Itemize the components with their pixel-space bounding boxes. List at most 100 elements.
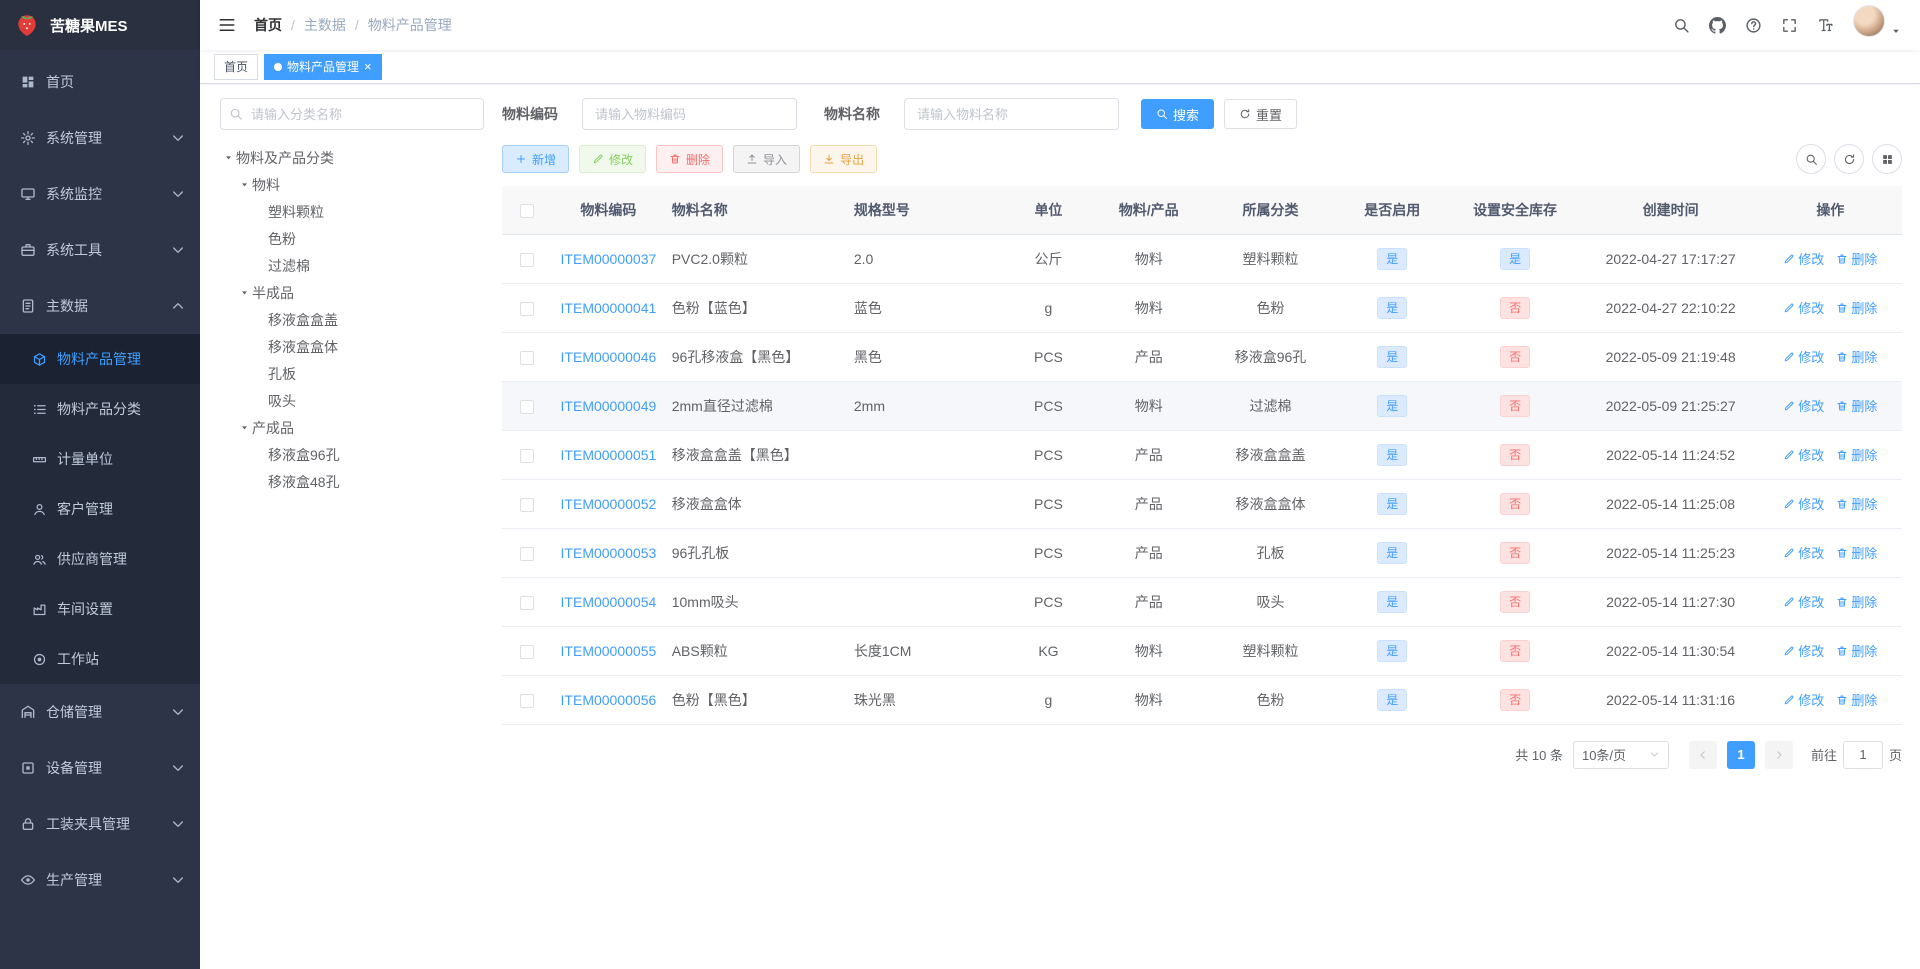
- sidebar-item-system-monitor[interactable]: 系统监控: [0, 166, 200, 222]
- tree-node[interactable]: 塑料颗粒: [220, 198, 484, 225]
- row-edit-link[interactable]: 修改: [1783, 543, 1824, 562]
- sidebar-item-label: 工作站: [57, 651, 99, 667]
- row-delete-link[interactable]: 删除: [1836, 249, 1877, 268]
- breadcrumb-item[interactable]: 首页: [254, 15, 282, 35]
- sidebar-item-supplier-mgmt[interactable]: 供应商管理: [0, 534, 200, 584]
- user-menu[interactable]: [1843, 5, 1908, 45]
- sidebar-item-material-product-category[interactable]: 物料产品分类: [0, 384, 200, 434]
- edit-button[interactable]: 修改: [579, 145, 647, 173]
- tree-node[interactable]: 过滤棉: [220, 252, 484, 279]
- tab-material-product-mgmt[interactable]: 物料产品管理 ×: [264, 53, 382, 80]
- refresh-table-button[interactable]: [1834, 144, 1864, 174]
- row-checkbox[interactable]: [519, 301, 534, 316]
- tree-node[interactable]: 吸头: [220, 387, 484, 414]
- sidebar-item-master-data[interactable]: 主数据: [0, 278, 200, 334]
- close-icon[interactable]: ×: [364, 60, 372, 73]
- tree-node[interactable]: 移液盒96孔: [220, 441, 484, 468]
- row-edit-link[interactable]: 修改: [1783, 396, 1824, 415]
- search-button[interactable]: [1663, 0, 1699, 50]
- table-row: ITEM00000037 PVC2.0颗粒 2.0 公斤 物料 塑料颗粒 是 是 2022-04…: [502, 234, 1902, 284]
- goto-page-input[interactable]: [1842, 740, 1883, 769]
- select-all-checkbox[interactable]: [519, 203, 534, 218]
- table-row: ITEM00000052 移液盒盒体 PCS 产品 移液盒盒体是否 2022-05-14 …: [502, 479, 1902, 529]
- sidebar-item-workshop-settings[interactable]: 车间设置: [0, 584, 200, 634]
- pencil-icon: [1783, 547, 1795, 559]
- row-delete-link[interactable]: 删除: [1836, 494, 1877, 513]
- row-edit-link[interactable]: 修改: [1783, 347, 1824, 366]
- row-delete-link[interactable]: 删除: [1836, 543, 1877, 562]
- app-logo[interactable]: 苦糖果MES: [0, 0, 200, 50]
- row-checkbox[interactable]: [519, 350, 534, 365]
- tree-node[interactable]: 移液盒48孔: [220, 468, 484, 495]
- import-button[interactable]: 导入: [733, 145, 801, 173]
- row-checkbox[interactable]: [519, 497, 534, 512]
- sidebar-item-tooling-fixture-mgmt[interactable]: 工装夹具管理: [0, 796, 200, 852]
- row-checkbox[interactable]: [519, 644, 534, 659]
- row-edit-link[interactable]: 修改: [1783, 641, 1824, 660]
- add-button[interactable]: 新增: [502, 145, 570, 173]
- column-header: 物料编码: [551, 186, 666, 235]
- sidebar-item-system-admin[interactable]: 系统管理: [0, 110, 200, 166]
- sidebar-item-production-mgmt[interactable]: 生产管理: [0, 852, 200, 908]
- row-edit-link[interactable]: 修改: [1783, 494, 1824, 513]
- question-button[interactable]: [1735, 0, 1771, 50]
- sidebar-item-system-tools[interactable]: 系统工具: [0, 222, 200, 278]
- sidebar-item-warehouse-mgmt[interactable]: 仓储管理: [0, 684, 200, 740]
- material-code-input[interactable]: [582, 98, 797, 130]
- tree-node[interactable]: 物料及产品分类: [220, 144, 484, 171]
- gear-icon: [20, 130, 36, 146]
- row-checkbox[interactable]: [519, 252, 534, 267]
- row-delete-link[interactable]: 删除: [1836, 298, 1877, 317]
- row-checkbox[interactable]: [519, 546, 534, 561]
- row-delete-link[interactable]: 删除: [1836, 690, 1877, 709]
- sidebar-item-measure-unit[interactable]: 计量单位: [0, 434, 200, 484]
- category-search-input[interactable]: [220, 98, 484, 130]
- tab-home[interactable]: 首页: [214, 53, 259, 80]
- row-checkbox[interactable]: [519, 693, 534, 708]
- sidebar-item-workstation[interactable]: 工作站: [0, 634, 200, 684]
- sidebar-item-equipment-mgmt[interactable]: 设备管理: [0, 740, 200, 796]
- sidebar-item-home[interactable]: 首页: [0, 54, 200, 110]
- hamburger-icon[interactable]: [210, 16, 244, 34]
- export-button[interactable]: 导出: [810, 145, 878, 173]
- tree-node[interactable]: 产成品: [220, 414, 484, 441]
- page-size-select[interactable]: 10条/页: [1572, 740, 1669, 769]
- row-edit-link[interactable]: 修改: [1783, 445, 1824, 464]
- delete-button[interactable]: 删除: [656, 145, 724, 173]
- row-checkbox[interactable]: [519, 448, 534, 463]
- row-delete-link[interactable]: 删除: [1836, 592, 1877, 611]
- row-delete-link[interactable]: 删除: [1836, 641, 1877, 660]
- tree-node[interactable]: 移液盒盒体: [220, 333, 484, 360]
- row-checkbox[interactable]: [519, 399, 534, 414]
- row-edit-link[interactable]: 修改: [1783, 690, 1824, 709]
- page-number[interactable]: 1: [1726, 740, 1755, 769]
- row-delete-link[interactable]: 删除: [1836, 347, 1877, 366]
- row-delete-link[interactable]: 删除: [1836, 396, 1877, 415]
- sidebar-item-material-product-mgmt[interactable]: 物料产品管理: [0, 334, 200, 384]
- row-delete-link[interactable]: 删除: [1836, 445, 1877, 464]
- tree-node[interactable]: 物料: [220, 171, 484, 198]
- toggle-search-button[interactable]: [1796, 144, 1826, 174]
- row-edit-link[interactable]: 修改: [1783, 298, 1824, 317]
- prev-page-button[interactable]: [1688, 740, 1717, 769]
- badge-cell: 否: [1447, 479, 1583, 529]
- column-settings-button[interactable]: [1872, 144, 1902, 174]
- breadcrumb-separator: /: [291, 17, 295, 33]
- fullscreen-button[interactable]: [1771, 0, 1807, 50]
- tree-node[interactable]: 移液盒盒盖: [220, 306, 484, 333]
- home-icon: [20, 74, 36, 90]
- github-button[interactable]: [1699, 0, 1735, 50]
- material-name-input[interactable]: [904, 98, 1119, 130]
- sidebar-item-customer-mgmt[interactable]: 客户管理: [0, 484, 200, 534]
- fontsize-button[interactable]: [1807, 0, 1843, 50]
- row-checkbox[interactable]: [519, 595, 534, 610]
- next-page-button[interactable]: [1764, 740, 1793, 769]
- row-edit-link[interactable]: 修改: [1783, 592, 1824, 611]
- tree-node[interactable]: 孔板: [220, 360, 484, 387]
- tree-node[interactable]: 半成品: [220, 279, 484, 306]
- tree-node[interactable]: 色粉: [220, 225, 484, 252]
- row-edit-link[interactable]: 修改: [1783, 249, 1824, 268]
- reset-button[interactable]: 重置: [1224, 99, 1298, 129]
- chevron-right-icon: [1773, 749, 1785, 761]
- search-button[interactable]: 搜索: [1141, 99, 1215, 129]
